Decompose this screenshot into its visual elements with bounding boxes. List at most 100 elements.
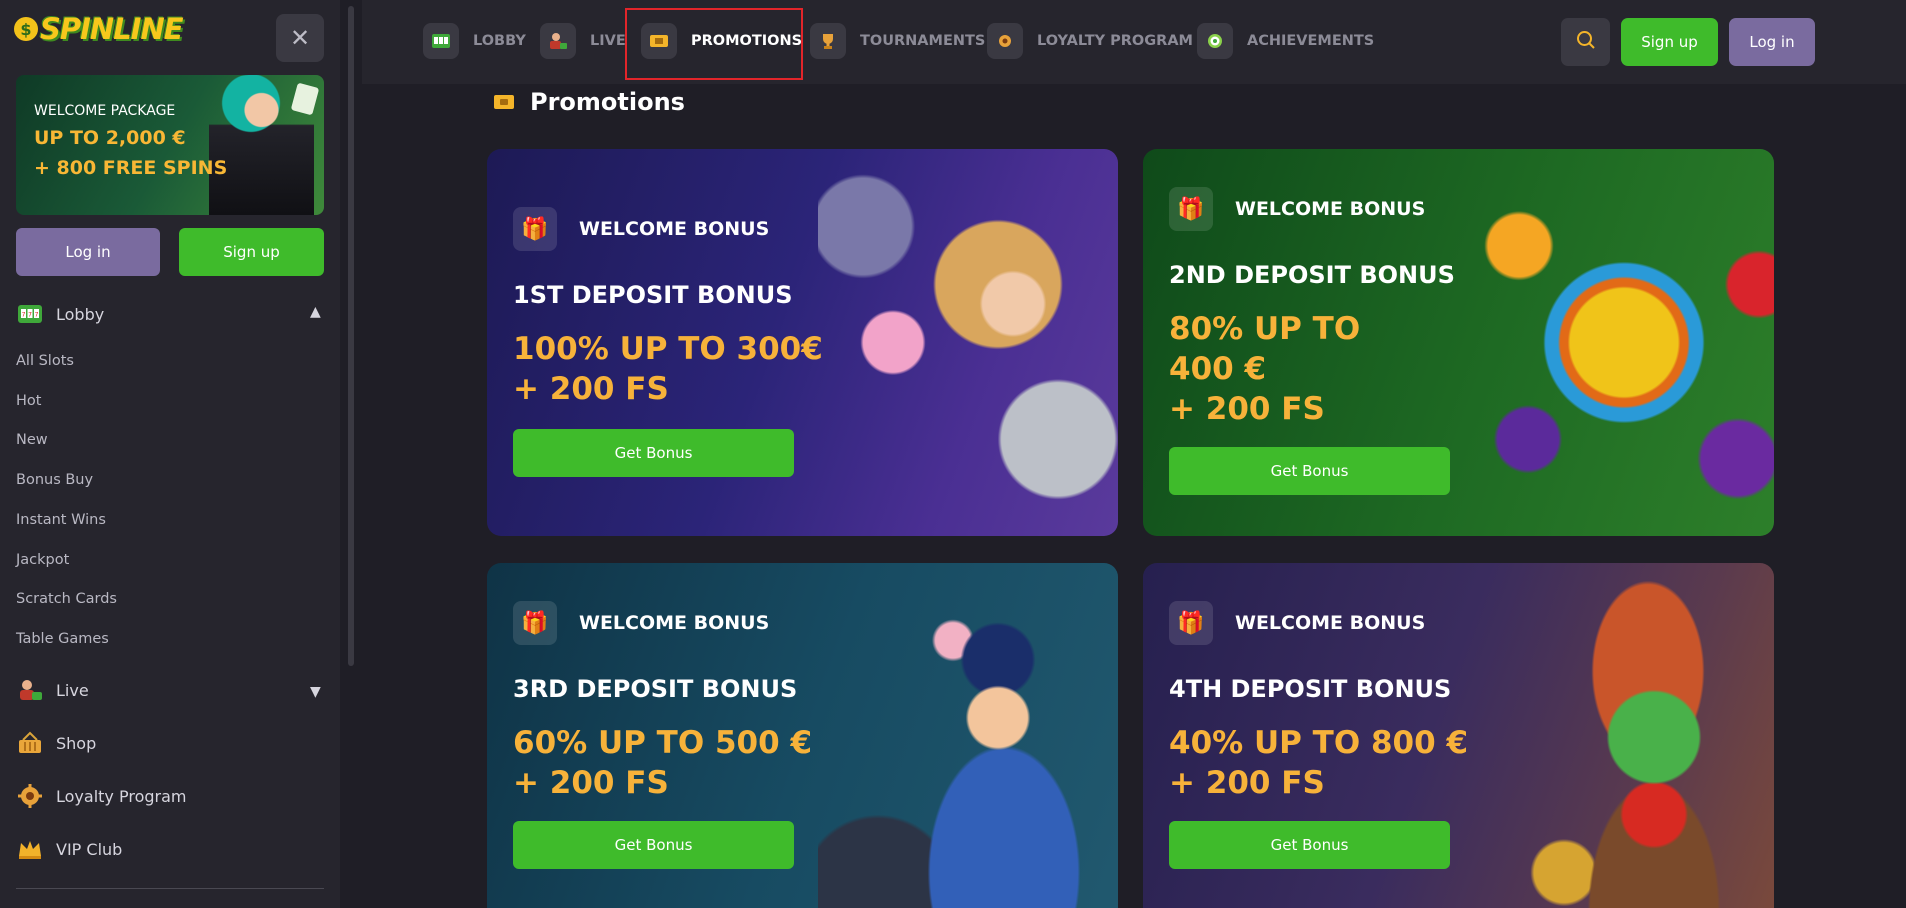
sidebar-item-label: Shop [56,733,97,753]
card-title: 3RD DEPOSIT BONUS [513,675,798,703]
crown-icon [16,835,44,863]
svg-text:7: 7 [22,312,26,319]
tab-live[interactable]: LIVE [540,23,626,59]
tab-label: LOBBY [473,33,526,49]
card-offer-line: 40% UP TO 800 € [1169,725,1469,761]
target-icon [1197,23,1233,59]
promo-card-2nd-deposit[interactable]: 🎁 WELCOME BONUS 2ND DEPOSIT BONUS 80% UP… [1143,149,1774,536]
sidebar-subitem-new[interactable]: New [16,432,48,448]
trophy-icon [810,23,846,59]
sidebar-subitem-scratch-cards[interactable]: Scratch Cards [16,591,117,607]
banner-line2: UP TO 2,000 € [34,127,186,149]
banner-line3: + 800 FREE SPINS [34,157,228,179]
promo-card-4th-deposit[interactable]: 🎁 WELCOME BONUS 4TH DEPOSIT BONUS 40% UP… [1143,563,1774,908]
live-dealer-icon [540,23,576,59]
tab-label: TOURNAMENTS [860,33,986,49]
promo-card-1st-deposit[interactable]: 🎁 WELCOME BONUS 1ST DEPOSIT BONUS 100% U… [487,149,1118,536]
banner-line1: WELCOME PACKAGE [34,103,176,119]
gear-icon [987,23,1023,59]
card-title: 1ST DEPOSIT BONUS [513,281,793,309]
card-offer-line: + 200 FS [1169,391,1325,427]
card-offer-line: 400 € [1169,351,1267,387]
sidebar-subitem-instant-wins[interactable]: Instant Wins [16,512,106,528]
card-title: 2ND DEPOSIT BONUS [1169,261,1455,289]
get-bonus-button[interactable]: Get Bonus [513,429,794,477]
tab-label: LOYALTY PROGRAM [1037,33,1193,49]
card-artwork-image [818,149,1118,536]
search-icon [1575,29,1597,55]
card-badge-label: WELCOME BONUS [1235,612,1426,634]
sidebar-login-button[interactable]: Log in [16,228,160,276]
gift-icon: 🎁 [513,207,557,251]
promo-card-3rd-deposit[interactable]: 🎁 WELCOME BONUS 3RD DEPOSIT BONUS 60% UP… [487,563,1118,908]
card-badge-label: WELCOME BONUS [1235,198,1426,220]
sidebar-item-shop[interactable]: Shop [16,729,96,757]
gear-icon [16,782,44,810]
gift-icon: 🎁 [513,601,557,645]
sidebar-subitem-all-slots[interactable]: All Slots [16,353,74,369]
card-artwork-image [1474,563,1774,908]
card-offer-line: 80% UP TO [1169,311,1361,347]
card-offer-line: + 200 FS [1169,765,1325,801]
sidebar-subitem-table-games[interactable]: Table Games [16,631,109,647]
sidebar-subitem-hot[interactable]: Hot [16,393,41,409]
gift-icon: 🎁 [1169,601,1213,645]
card-artwork-image [1474,149,1774,536]
topbar-signup-button[interactable]: Sign up [1621,18,1718,66]
card-badge: 🎁 WELCOME BONUS [513,601,769,645]
logo-text: SPINLINE [40,12,184,46]
sidebar-item-vip-club[interactable]: VIP Club [16,835,122,863]
gift-icon: 🎁 [1169,187,1213,231]
sidebar-item-label: Loyalty Program [56,786,187,806]
page-title-text: Promotions [530,88,685,116]
card-offer-line: 100% UP TO 300€ [513,331,823,367]
get-bonus-button[interactable]: Get Bonus [1169,447,1450,495]
search-button[interactable] [1561,18,1610,66]
close-sidebar-button[interactable]: ✕ [276,14,324,62]
sidebar-scrollbar-thumb[interactable] [348,6,354,666]
tab-tournaments[interactable]: TOURNAMENTS [810,23,985,59]
get-bonus-button[interactable]: Get Bonus [1169,821,1450,869]
sidebar-item-label: VIP Club [56,839,123,859]
topbar-login-button[interactable]: Log in [1729,18,1815,66]
brand-logo[interactable]: $ SPINLINE [14,12,184,46]
sidebar-item-label: Live [56,680,89,700]
sidebar-item-label: Lobby [56,304,105,324]
basket-icon [16,729,44,757]
page-title: Promotions [494,88,685,116]
sidebar-item-lobby[interactable]: 777 Lobby [16,300,104,328]
tab-label: ACHIEVEMENTS [1247,33,1375,49]
sidebar: $ SPINLINE ✕ WELCOME PACKAGE UP TO 2,000… [0,0,340,908]
card-badge: 🎁 WELCOME BONUS [1169,601,1425,645]
card-offer-line: + 200 FS [513,765,669,801]
card-artwork-image [818,563,1118,908]
live-dealer-icon [16,676,44,704]
chevron-up-icon[interactable]: ▲ [310,304,321,320]
card-title: 4TH DEPOSIT BONUS [1169,675,1452,703]
sidebar-divider [16,888,324,889]
welcome-package-banner[interactable]: WELCOME PACKAGE UP TO 2,000 € + 800 FREE… [16,75,324,215]
get-bonus-button[interactable]: Get Bonus [513,821,794,869]
tab-achievements[interactable]: ACHIEVEMENTS [1197,23,1374,59]
sidebar-item-live[interactable]: Live [16,676,89,704]
close-icon: ✕ [289,24,311,52]
active-tab-highlight [625,8,803,80]
ticket-icon [494,95,514,109]
chevron-down-icon[interactable]: ▼ [310,684,321,700]
sidebar-subitem-jackpot[interactable]: Jackpot [16,552,69,568]
card-badge-label: WELCOME BONUS [579,218,770,240]
logo-coin-icon: $ [14,17,38,41]
sidebar-subitem-bonus-buy[interactable]: Bonus Buy [16,472,93,488]
sidebar-signup-button[interactable]: Sign up [179,228,324,276]
card-badge: 🎁 WELCOME BONUS [1169,187,1425,231]
tab-lobby[interactable]: LOBBY [423,23,526,59]
sidebar-item-loyalty-program[interactable]: Loyalty Program [16,782,186,810]
slot-machine-icon [423,23,459,59]
svg-text:7: 7 [28,312,32,319]
card-offer-line: + 200 FS [513,371,669,407]
svg-text:7: 7 [35,312,39,319]
slot-machine-icon: 777 [16,300,44,328]
card-badge: 🎁 WELCOME BONUS [513,207,769,251]
tab-loyalty-program[interactable]: LOYALTY PROGRAM [987,23,1193,59]
app-root: $ SPINLINE ✕ WELCOME PACKAGE UP TO 2,000… [0,0,1906,908]
